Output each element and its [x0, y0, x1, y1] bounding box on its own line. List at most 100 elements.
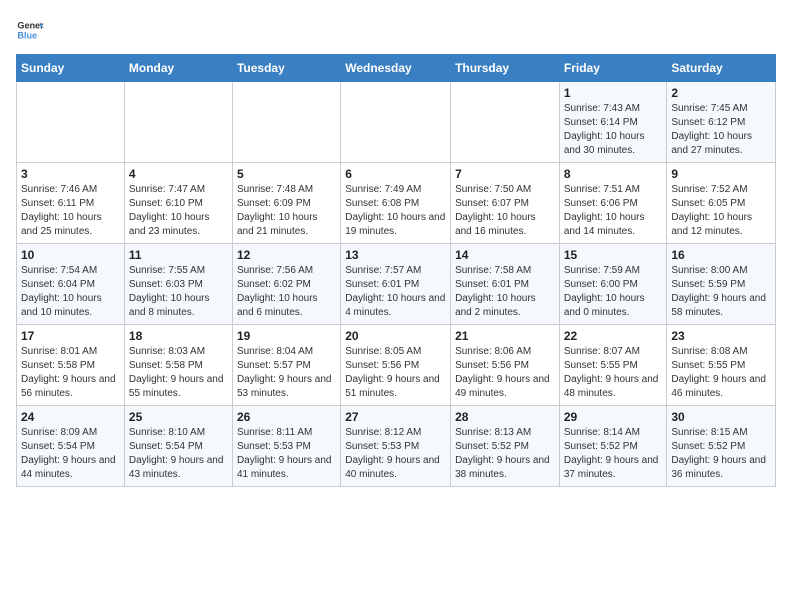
calendar-cell [124, 82, 232, 163]
weekday-header: Thursday [451, 55, 560, 82]
calendar-cell: 3 Sunrise: 7:46 AM Sunset: 6:11 PM Daylig… [17, 163, 125, 244]
day-number: 5 [237, 167, 336, 181]
calendar-cell [17, 82, 125, 163]
day-info: Sunrise: 8:07 AM Sunset: 5:55 PM Dayligh… [564, 345, 663, 401]
calendar-cell: 27 Sunrise: 8:12 AM Sunset: 5:53 PM Dayli… [341, 406, 451, 487]
day-info: Sunrise: 8:15 AM Sunset: 5:52 PM Dayligh… [671, 426, 771, 482]
day-info: Sunrise: 7:45 AM Sunset: 6:12 PM Dayligh… [671, 102, 771, 158]
calendar-cell: 15 Sunrise: 7:59 AM Sunset: 6:00 PM Dayli… [559, 244, 667, 325]
day-number: 26 [237, 410, 336, 424]
logo: General Blue [16, 16, 44, 44]
day-number: 27 [345, 410, 446, 424]
weekday-header: Monday [124, 55, 232, 82]
day-info: Sunrise: 7:46 AM Sunset: 6:11 PM Dayligh… [21, 183, 120, 239]
day-info: Sunrise: 7:59 AM Sunset: 6:00 PM Dayligh… [564, 264, 663, 320]
day-info: Sunrise: 8:04 AM Sunset: 5:57 PM Dayligh… [237, 345, 336, 401]
day-info: Sunrise: 7:57 AM Sunset: 6:01 PM Dayligh… [345, 264, 446, 320]
calendar-cell: 11 Sunrise: 7:55 AM Sunset: 6:03 PM Dayli… [124, 244, 232, 325]
calendar-cell: 2 Sunrise: 7:45 AM Sunset: 6:12 PM Daylig… [667, 82, 776, 163]
calendar-cell: 17 Sunrise: 8:01 AM Sunset: 5:58 PM Dayli… [17, 325, 125, 406]
weekday-header: Friday [559, 55, 667, 82]
calendar-cell: 10 Sunrise: 7:54 AM Sunset: 6:04 PM Dayli… [17, 244, 125, 325]
calendar-cell: 19 Sunrise: 8:04 AM Sunset: 5:57 PM Dayli… [232, 325, 340, 406]
day-info: Sunrise: 8:05 AM Sunset: 5:56 PM Dayligh… [345, 345, 446, 401]
day-number: 30 [671, 410, 771, 424]
day-number: 28 [455, 410, 555, 424]
calendar-cell: 14 Sunrise: 7:58 AM Sunset: 6:01 PM Dayli… [451, 244, 560, 325]
day-info: Sunrise: 8:13 AM Sunset: 5:52 PM Dayligh… [455, 426, 555, 482]
page-header: General Blue [16, 16, 776, 44]
calendar-cell: 4 Sunrise: 7:47 AM Sunset: 6:10 PM Daylig… [124, 163, 232, 244]
day-number: 24 [21, 410, 120, 424]
day-info: Sunrise: 7:52 AM Sunset: 6:05 PM Dayligh… [671, 183, 771, 239]
day-info: Sunrise: 7:50 AM Sunset: 6:07 PM Dayligh… [455, 183, 555, 239]
calendar-cell [451, 82, 560, 163]
day-info: Sunrise: 8:11 AM Sunset: 5:53 PM Dayligh… [237, 426, 336, 482]
day-number: 4 [129, 167, 228, 181]
day-info: Sunrise: 7:49 AM Sunset: 6:08 PM Dayligh… [345, 183, 446, 239]
day-info: Sunrise: 8:06 AM Sunset: 5:56 PM Dayligh… [455, 345, 555, 401]
weekday-header: Wednesday [341, 55, 451, 82]
day-info: Sunrise: 8:09 AM Sunset: 5:54 PM Dayligh… [21, 426, 120, 482]
calendar-cell: 25 Sunrise: 8:10 AM Sunset: 5:54 PM Dayli… [124, 406, 232, 487]
day-number: 14 [455, 248, 555, 262]
day-info: Sunrise: 7:47 AM Sunset: 6:10 PM Dayligh… [129, 183, 228, 239]
day-number: 8 [564, 167, 663, 181]
day-info: Sunrise: 8:03 AM Sunset: 5:58 PM Dayligh… [129, 345, 228, 401]
day-info: Sunrise: 8:14 AM Sunset: 5:52 PM Dayligh… [564, 426, 663, 482]
day-number: 16 [671, 248, 771, 262]
calendar-cell: 13Sunrise: 7:57 AM Sunset: 6:01 PM Dayli… [341, 244, 451, 325]
day-info: Sunrise: 7:54 AM Sunset: 6:04 PM Dayligh… [21, 264, 120, 320]
day-number: 22 [564, 329, 663, 343]
day-info: Sunrise: 8:01 AM Sunset: 5:58 PM Dayligh… [21, 345, 120, 401]
day-info: Sunrise: 8:08 AM Sunset: 5:55 PM Dayligh… [671, 345, 771, 401]
day-info: Sunrise: 7:55 AM Sunset: 6:03 PM Dayligh… [129, 264, 228, 320]
calendar-cell [232, 82, 340, 163]
day-number: 2 [671, 86, 771, 100]
day-number: 15 [564, 248, 663, 262]
calendar-cell: 5 Sunrise: 7:48 AM Sunset: 6:09 PM Daylig… [232, 163, 340, 244]
day-info: Sunrise: 7:58 AM Sunset: 6:01 PM Dayligh… [455, 264, 555, 320]
calendar-cell: 23 Sunrise: 8:08 AM Sunset: 5:55 PM Dayli… [667, 325, 776, 406]
day-info: Sunrise: 7:56 AM Sunset: 6:02 PM Dayligh… [237, 264, 336, 320]
calendar-cell: 6 Sunrise: 7:49 AM Sunset: 6:08 PM Daylig… [341, 163, 451, 244]
calendar-cell: 20 Sunrise: 8:05 AM Sunset: 5:56 PM Dayli… [341, 325, 451, 406]
day-number: 11 [129, 248, 228, 262]
calendar-cell [341, 82, 451, 163]
calendar-cell: 28 Sunrise: 8:13 AM Sunset: 5:52 PM Dayli… [451, 406, 560, 487]
calendar-table: SundayMondayTuesdayWednesdayThursdayFrid… [16, 54, 776, 487]
day-info: Sunrise: 7:43 AM Sunset: 6:14 PM Dayligh… [564, 102, 663, 158]
day-number: 6 [345, 167, 446, 181]
calendar-cell: 18 Sunrise: 8:03 AM Sunset: 5:58 PM Dayli… [124, 325, 232, 406]
day-number: 19 [237, 329, 336, 343]
calendar-cell: 16 Sunrise: 8:00 AM Sunset: 5:59 PM Dayli… [667, 244, 776, 325]
calendar-cell: 24 Sunrise: 8:09 AM Sunset: 5:54 PM Dayli… [17, 406, 125, 487]
calendar-cell: 21Sunrise: 8:06 AM Sunset: 5:56 PM Dayli… [451, 325, 560, 406]
day-info: Sunrise: 8:10 AM Sunset: 5:54 PM Dayligh… [129, 426, 228, 482]
calendar-cell: 26 Sunrise: 8:11 AM Sunset: 5:53 PM Dayli… [232, 406, 340, 487]
day-number: 12 [237, 248, 336, 262]
day-number: 17 [21, 329, 120, 343]
calendar-cell: 30 Sunrise: 8:15 AM Sunset: 5:52 PM Dayli… [667, 406, 776, 487]
day-number: 1 [564, 86, 663, 100]
day-number: 25 [129, 410, 228, 424]
calendar-cell: 22 Sunrise: 8:07 AM Sunset: 5:55 PM Dayli… [559, 325, 667, 406]
day-info: Sunrise: 7:51 AM Sunset: 6:06 PM Dayligh… [564, 183, 663, 239]
day-info: Sunrise: 8:12 AM Sunset: 5:53 PM Dayligh… [345, 426, 446, 482]
day-number: 20 [345, 329, 446, 343]
weekday-header: Saturday [667, 55, 776, 82]
logo-icon: General Blue [16, 16, 44, 44]
day-info: Sunrise: 8:00 AM Sunset: 5:59 PM Dayligh… [671, 264, 771, 320]
calendar-cell: 7Sunrise: 7:50 AM Sunset: 6:07 PM Daylig… [451, 163, 560, 244]
day-number: 3 [21, 167, 120, 181]
day-info: Sunrise: 7:48 AM Sunset: 6:09 PM Dayligh… [237, 183, 336, 239]
day-number: 18 [129, 329, 228, 343]
day-number: 10 [21, 248, 120, 262]
weekday-header: Tuesday [232, 55, 340, 82]
calendar-cell: 12 Sunrise: 7:56 AM Sunset: 6:02 PM Dayli… [232, 244, 340, 325]
calendar-cell: 8 Sunrise: 7:51 AM Sunset: 6:06 PM Daylig… [559, 163, 667, 244]
day-number: 23 [671, 329, 771, 343]
calendar-cell: 1 Sunrise: 7:43 AM Sunset: 6:14 PM Daylig… [559, 82, 667, 163]
day-number: 29 [564, 410, 663, 424]
calendar-cell: 29 Sunrise: 8:14 AM Sunset: 5:52 PM Dayli… [559, 406, 667, 487]
